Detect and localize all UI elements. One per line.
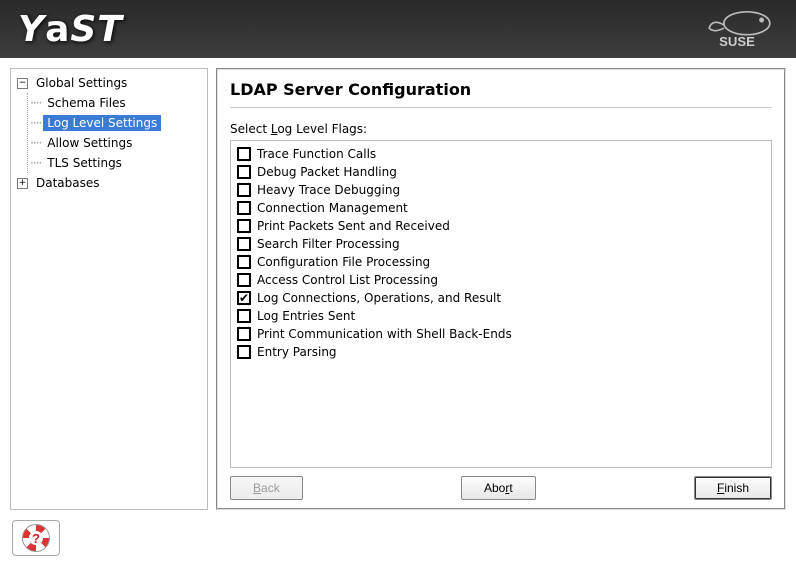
checkbox-label: Trace Function Calls (257, 147, 376, 161)
sidebar-tree[interactable]: −Global Settings Schema Files Log Level Se… (10, 68, 208, 510)
log-flag-item[interactable]: Print Packets Sent and Received (237, 217, 765, 235)
checkbox[interactable] (237, 291, 251, 305)
checkbox[interactable] (237, 165, 251, 179)
tree-label[interactable]: Databases (32, 175, 104, 191)
top-banner: YaST SUSE (0, 0, 796, 58)
help-icon (22, 524, 50, 552)
checkbox[interactable] (237, 237, 251, 251)
checkbox-label: Connection Management (257, 201, 408, 215)
checkbox-label: Access Control List Processing (257, 273, 438, 287)
checkbox[interactable] (237, 183, 251, 197)
checkbox-label: Entry Parsing (257, 345, 337, 359)
suse-logo: SUSE (696, 8, 778, 50)
help-button[interactable] (12, 520, 60, 556)
finish-button[interactable]: Finish (694, 476, 772, 500)
tree-label[interactable]: Global Settings (32, 75, 131, 91)
checkbox-label: Print Packets Sent and Received (257, 219, 450, 233)
checkbox[interactable] (237, 147, 251, 161)
tree-node-allow-settings[interactable]: Allow Settings (30, 133, 207, 153)
tree-label[interactable]: Schema Files (43, 95, 129, 111)
tree-node-global-settings[interactable]: −Global Settings (11, 73, 207, 93)
checkbox[interactable] (237, 255, 251, 269)
tree-label[interactable]: TLS Settings (43, 155, 126, 171)
panel-divider (230, 107, 772, 108)
svg-text:SUSE: SUSE (719, 34, 755, 49)
tree-label[interactable]: Allow Settings (43, 135, 136, 151)
section-label: Select Log Level Flags: (230, 122, 772, 136)
checkbox-label: Log Entries Sent (257, 309, 355, 323)
log-flag-item[interactable]: Search Filter Processing (237, 235, 765, 253)
tree-node-schema-files[interactable]: Schema Files (30, 93, 207, 113)
checkbox-label: Print Communication with Shell Back-Ends (257, 327, 512, 341)
tree-node-tls-settings[interactable]: TLS Settings (30, 153, 207, 173)
checkbox-label: Configuration File Processing (257, 255, 430, 269)
log-flag-item[interactable]: Trace Function Calls (237, 145, 765, 163)
checkbox[interactable] (237, 273, 251, 287)
log-flag-item[interactable]: Log Entries Sent (237, 307, 765, 325)
yast-logo: YaST (18, 9, 123, 50)
tree-node-databases[interactable]: + Databases (11, 173, 207, 193)
tree-toggle-icon[interactable]: + (17, 178, 28, 189)
checkbox-label: Heavy Trace Debugging (257, 183, 400, 197)
log-flag-item[interactable]: Access Control List Processing (237, 271, 765, 289)
checkbox[interactable] (237, 345, 251, 359)
checkbox-label: Debug Packet Handling (257, 165, 397, 179)
abort-button[interactable]: Abort (461, 476, 536, 500)
checkbox[interactable] (237, 309, 251, 323)
log-flag-item[interactable]: Print Communication with Shell Back-Ends (237, 325, 765, 343)
checkbox-label: Search Filter Processing (257, 237, 400, 251)
log-flag-item[interactable]: Heavy Trace Debugging (237, 181, 765, 199)
tree-node-log-level-settings[interactable]: Log Level Settings (30, 113, 207, 133)
log-flag-item[interactable]: Entry Parsing (237, 343, 765, 361)
log-level-flags-list[interactable]: Trace Function Calls Debug Packet Handlin… (230, 140, 772, 468)
config-panel: LDAP Server Configuration Select Log Lev… (216, 68, 786, 510)
checkbox[interactable] (237, 219, 251, 233)
checkbox[interactable] (237, 201, 251, 215)
log-flag-item[interactable]: Connection Management (237, 199, 765, 217)
panel-title: LDAP Server Configuration (230, 80, 772, 99)
log-flag-item[interactable]: Configuration File Processing (237, 253, 765, 271)
checkbox-label: Log Connections, Operations, and Result (257, 291, 501, 305)
checkbox[interactable] (237, 327, 251, 341)
log-flag-item[interactable]: Log Connections, Operations, and Result (237, 289, 765, 307)
tree-label[interactable]: Log Level Settings (43, 115, 161, 131)
back-button[interactable]: Back (230, 476, 303, 500)
tree-toggle-icon[interactable]: − (17, 78, 28, 89)
log-flag-item[interactable]: Debug Packet Handling (237, 163, 765, 181)
